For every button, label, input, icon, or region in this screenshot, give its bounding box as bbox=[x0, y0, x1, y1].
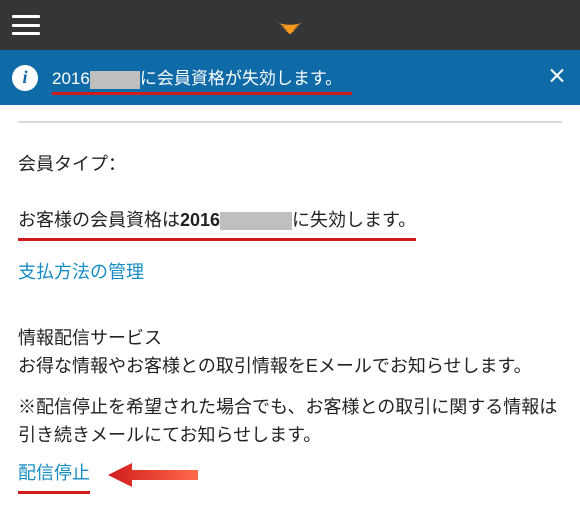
annotation-underline bbox=[18, 238, 416, 241]
main-content: 会員タイプ： お客様の会員資格は2016 に失効します。 支払方法の管理 情報配… bbox=[0, 105, 580, 490]
unsubscribe-link[interactable]: 配信停止 bbox=[18, 460, 90, 490]
member-type-label: 会員タイプ： bbox=[18, 151, 562, 179]
banner-year: 2016 bbox=[52, 69, 90, 88]
notification-banner: i 2016 に会員資格が失効します。 bbox=[0, 50, 580, 105]
info-service-title: 情報配信サービス bbox=[18, 325, 562, 353]
annotation-arrow-icon bbox=[108, 461, 198, 489]
top-app-bar bbox=[0, 0, 580, 50]
manage-payment-link[interactable]: 支払方法の管理 bbox=[18, 259, 144, 287]
expiry-year: 2016 bbox=[180, 210, 220, 230]
divider bbox=[18, 121, 562, 123]
close-icon[interactable] bbox=[550, 68, 564, 87]
expiry-suffix: に失効します。 bbox=[292, 210, 416, 230]
info-icon: i bbox=[12, 65, 38, 91]
banner-message: 2016 に会員資格が失効します。 bbox=[52, 64, 342, 91]
banner-redacted bbox=[90, 71, 140, 89]
expiry-prefix: お客様の会員資格は bbox=[18, 210, 180, 230]
banner-suffix: に会員資格が失効します。 bbox=[140, 69, 342, 88]
annotation-underline bbox=[52, 92, 352, 95]
info-service-body: お得な情報やお客様との取引情報をEメールでお知らせします。 bbox=[18, 353, 562, 381]
info-service-note: ※配信停止を希望された場合でも、お客様との取引に関する情報は引き続きメールにてお… bbox=[18, 394, 562, 450]
expiry-redacted bbox=[220, 212, 292, 230]
audible-logo-icon bbox=[275, 10, 305, 40]
menu-icon[interactable] bbox=[12, 15, 40, 35]
expiry-message: お客様の会員資格は2016 に失効します。 bbox=[18, 207, 416, 239]
